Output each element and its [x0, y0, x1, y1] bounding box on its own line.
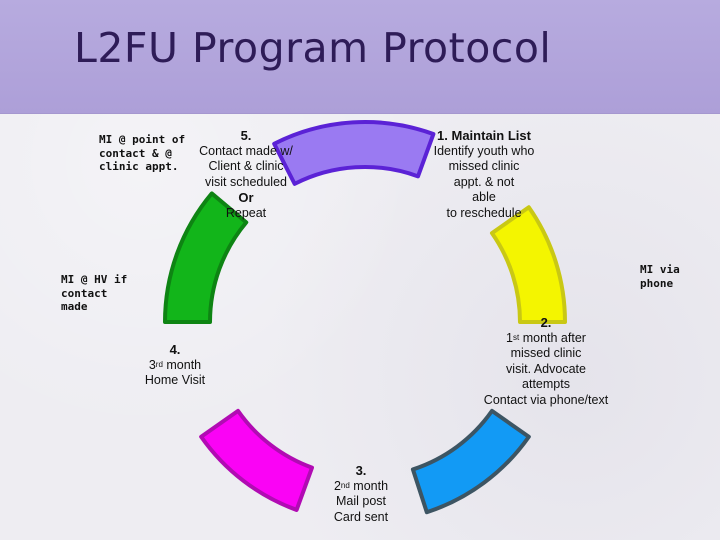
step-1-line: appt. & not	[453, 174, 515, 189]
step-2-ordinal: 1	[506, 330, 513, 345]
step-5-line: Contact made w/	[199, 143, 293, 158]
segment-step-3-blue	[410, 408, 531, 515]
step-1-line: Identify youth who	[433, 143, 535, 158]
step-5-line: Repeat	[225, 205, 267, 220]
mi-note-phone: MI via phone	[640, 263, 680, 290]
step-3-ordinal: 2	[333, 478, 341, 493]
mi-note-hv-line: contact	[61, 286, 108, 300]
step-4-line: Home Visit	[144, 373, 206, 388]
step-4-ordinal-suffix: rd	[155, 359, 163, 369]
step-1-line: to reschedule	[446, 205, 522, 220]
step-2-ordinal-suffix: st	[513, 332, 520, 342]
step-3-line: Mail post	[335, 494, 387, 509]
cycle-diagram	[163, 120, 567, 515]
mi-note-phone-line: phone	[640, 276, 674, 290]
step-3-line: 2nd month	[321, 479, 401, 495]
step-4-label: 4. 3rd month Home Visit	[130, 342, 220, 389]
mi-note-hv-line: MI @ HV if	[61, 273, 128, 286]
step-2-line: missed clinic	[510, 346, 582, 361]
segment-step-4-magenta	[199, 408, 314, 512]
step-3-label: 3. 2nd month Mail post Card sent	[321, 463, 401, 525]
mi-note-phone-line: MI via	[640, 263, 680, 276]
segment-step-2-yellow	[489, 205, 567, 324]
step-5-line: visit scheduled	[205, 174, 287, 189]
mi-note-home-visit: MI @ HV if contact made	[61, 273, 127, 314]
step-3-line-text: month	[349, 478, 389, 493]
step-1-label: 1. Maintain List Identify youth who miss…	[414, 128, 554, 222]
step-3-heading: 3.	[355, 463, 367, 478]
mi-note-hv-line: made	[61, 300, 88, 313]
step-2-heading: 2.	[540, 315, 552, 330]
step-4-line: 3rd month	[130, 358, 220, 374]
step-2-line: 1st month after	[476, 331, 616, 347]
step-1-line: missed clinic	[448, 159, 520, 174]
step-5-label: 5. Contact made w/ Client & clinic visit…	[186, 128, 306, 222]
step-1-heading: 1. Maintain List	[437, 128, 531, 143]
step-2-label: 2. 1st month after missed clinic visit. …	[476, 315, 616, 409]
step-5-heading: 5.	[240, 128, 252, 143]
step-3-line: Card sent	[333, 509, 389, 524]
step-1-line: able	[472, 190, 496, 205]
mi-note-clinic-line: MI @ point of	[99, 133, 186, 146]
mi-note-clinic: MI @ point of contact & @ clinic appt.	[99, 133, 185, 174]
step-2-line: attempts	[522, 377, 570, 392]
mi-note-clinic-line: clinic appt.	[99, 160, 179, 173]
step-5-line: Client & clinic	[208, 159, 284, 174]
step-2-line: Contact via phone/text	[483, 392, 609, 407]
mi-note-clinic-line: contact & @	[99, 146, 172, 160]
step-4-heading: 4.	[169, 342, 181, 357]
step-2-line-text: month after	[519, 330, 586, 345]
step-4-line-text: month	[162, 357, 202, 372]
step-3-ordinal-suffix: nd	[340, 480, 350, 490]
step-5-or: Or	[238, 190, 254, 206]
step-4-ordinal: 3	[148, 357, 156, 372]
step-2-line: visit. Advocate	[506, 361, 586, 376]
